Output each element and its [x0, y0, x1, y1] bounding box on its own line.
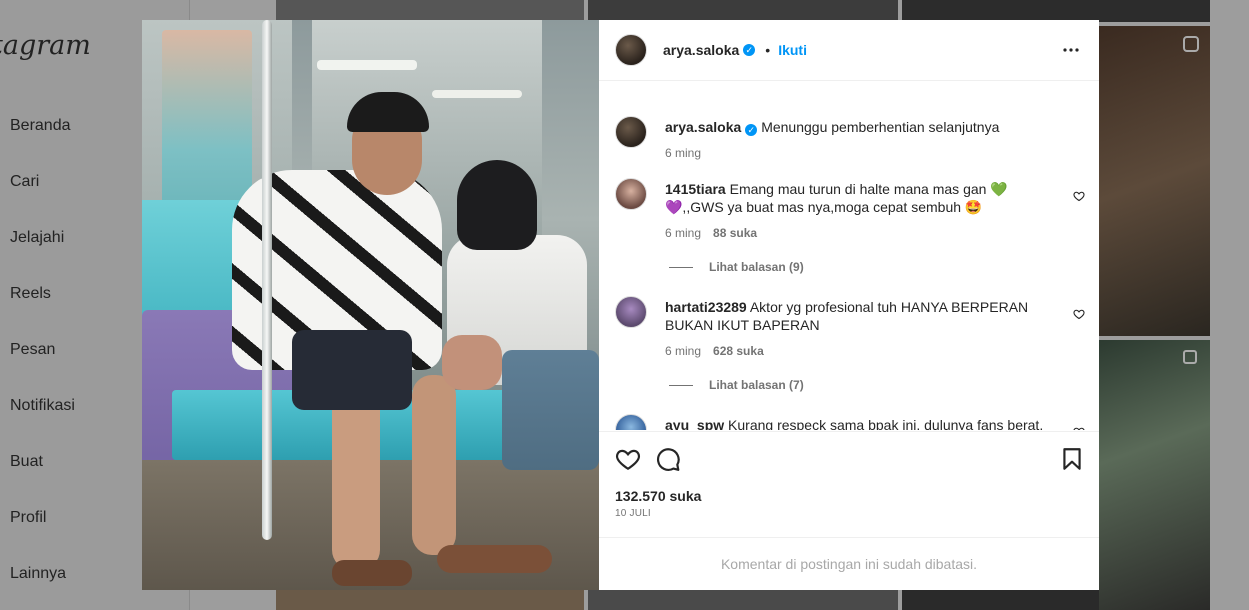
comment-like-heart-icon[interactable] — [1073, 308, 1085, 320]
post-actions — [599, 431, 1099, 472]
comments-list[interactable]: arya.saloka ✓ Menunggu pemberhentian sela… — [599, 82, 1099, 430]
view-replies-label: Lihat balasan (7) — [709, 378, 804, 392]
verified-badge-icon: ✓ — [743, 44, 756, 56]
comment-time: 6 ming — [665, 344, 702, 358]
more-options-icon[interactable] — [1059, 38, 1083, 62]
photo-ceiling-light — [317, 60, 417, 70]
comment-body: hartati23289 Aktor yg profesional tuh HA… — [665, 296, 1045, 360]
comments-limited-notice: Komentar di postingan ini sudah dibatasi… — [599, 537, 1099, 590]
comment-meta: 6 ming 628 suka — [665, 342, 1045, 360]
commenter-username[interactable]: ayu_spw — [665, 417, 724, 430]
photo-handrail-pole — [262, 20, 272, 540]
comment-row: 1415tiara Emang mau turun di halte mana … — [615, 178, 1085, 242]
total-likes[interactable]: 132.570 suka — [615, 488, 701, 504]
caption-avatar[interactable] — [615, 116, 647, 148]
commenter-avatar[interactable] — [615, 414, 647, 430]
replies-line — [669, 266, 693, 268]
author-username[interactable]: arya.saloka — [663, 42, 739, 58]
post-modal: arya.saloka ✓ • Ikuti arya.saloka ✓ Menun… — [142, 20, 1099, 590]
post-photo[interactable] — [142, 20, 599, 590]
post-date: 10 JULI — [615, 508, 651, 519]
follow-button[interactable]: Ikuti — [778, 42, 807, 58]
commenter-avatar[interactable] — [615, 178, 647, 210]
commenter-username[interactable]: hartati23289 — [665, 299, 747, 315]
commenter-username[interactable]: 1415tiara — [665, 181, 726, 197]
post-side-panel: arya.saloka ✓ • Ikuti arya.saloka ✓ Menun… — [599, 20, 1099, 590]
separator-dot: • — [765, 42, 771, 58]
comment-icon[interactable] — [655, 446, 681, 472]
view-replies-button[interactable]: Lihat balasan (9) — [669, 260, 804, 274]
view-replies-label: Lihat balasan (9) — [709, 260, 804, 274]
comment-like-heart-icon[interactable] — [1073, 190, 1085, 202]
comment-time: 6 ming — [665, 226, 702, 240]
commenter-avatar[interactable] — [615, 296, 647, 328]
photo-man-hands — [442, 335, 502, 390]
caption-time: 6 ming — [665, 146, 702, 160]
photo-man-shorts — [292, 330, 412, 410]
heart-icon[interactable] — [615, 446, 641, 472]
photo-ceiling-light — [432, 90, 522, 98]
comment-likes[interactable]: 628 suka — [713, 342, 764, 360]
comment-body: 1415tiara Emang mau turun di halte mana … — [665, 178, 1045, 242]
comment-row: ayu_spw Kurang respeck sama bpak ini, du… — [615, 414, 1085, 430]
photo-man-leg — [412, 375, 456, 555]
caption-meta: 6 ming — [665, 144, 1045, 162]
post-header: arya.saloka ✓ • Ikuti — [599, 20, 1099, 81]
caption-row: arya.saloka ✓ Menunggu pemberhentian sela… — [615, 116, 1085, 162]
photo-passenger-hair — [457, 160, 537, 250]
view-replies-button[interactable]: Lihat balasan (7) — [669, 378, 804, 392]
bookmark-icon[interactable] — [1059, 446, 1085, 472]
comment-likes[interactable]: 88 suka — [713, 224, 757, 242]
comment-meta: 6 ming 88 suka — [665, 224, 1045, 242]
photo-passenger-legs — [502, 350, 599, 470]
caption-text: Menunggu pemberhentian selanjutnya — [761, 119, 1000, 135]
verified-badge-icon: ✓ — [745, 124, 758, 136]
author-avatar[interactable] — [615, 34, 647, 66]
caption-body: arya.saloka ✓ Menunggu pemberhentian sela… — [665, 116, 1045, 162]
comment-like-heart-icon[interactable] — [1073, 426, 1085, 430]
comment-body: ayu_spw Kurang respeck sama bpak ini, du… — [665, 414, 1045, 430]
comment-row: hartati23289 Aktor yg profesional tuh HA… — [615, 296, 1085, 360]
replies-line — [669, 384, 693, 386]
photo-shoe — [332, 560, 412, 586]
caption-username[interactable]: arya.saloka — [665, 119, 741, 135]
photo-shoe — [437, 545, 552, 573]
